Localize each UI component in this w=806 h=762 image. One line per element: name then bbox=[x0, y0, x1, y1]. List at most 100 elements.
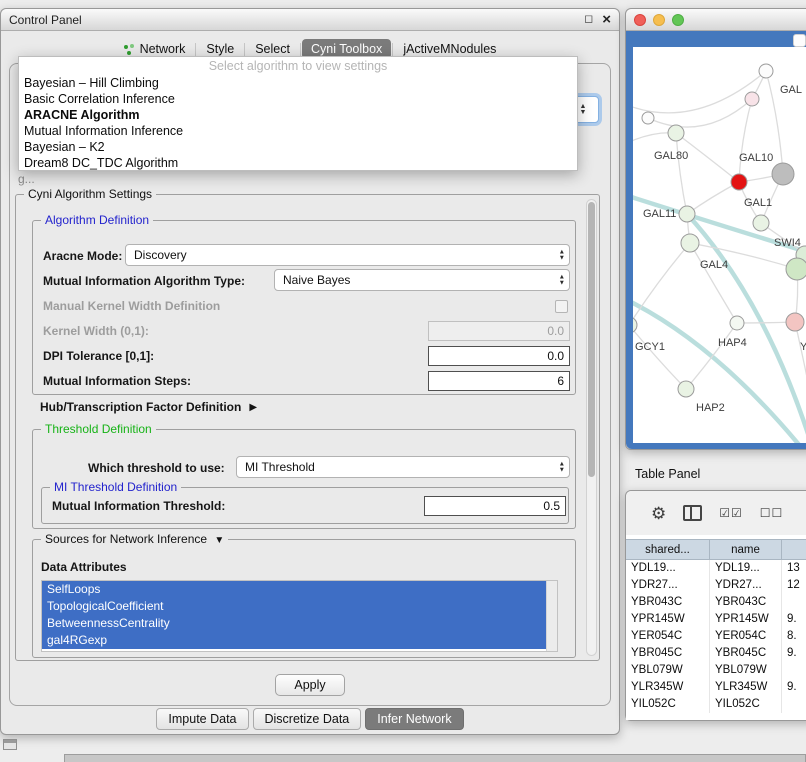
network-node[interactable] bbox=[759, 64, 773, 78]
table-row[interactable]: YER054CYER054C8. bbox=[626, 628, 806, 645]
table-cell[interactable]: 12 bbox=[782, 577, 806, 594]
network-node[interactable] bbox=[772, 163, 794, 185]
table-cell[interactable]: YIL052C bbox=[626, 696, 710, 713]
algorithm-option[interactable]: Basic Correlation Inference bbox=[19, 91, 577, 107]
table-cell[interactable]: YBR045C bbox=[710, 645, 782, 662]
table-cell[interactable] bbox=[782, 696, 806, 713]
table-cell[interactable]: YER054C bbox=[710, 628, 782, 645]
scrollbar-thumb[interactable] bbox=[588, 202, 595, 477]
network-node[interactable] bbox=[679, 206, 695, 222]
table-row[interactable]: YPR145WYPR145W9. bbox=[626, 611, 806, 628]
network-graph[interactable]: GALGAL80GAL10GAL11GAL1SWI4GAL4HAP4GCY1HA… bbox=[633, 47, 806, 443]
select-all-icon[interactable]: ☑☑ bbox=[719, 507, 743, 519]
network-node[interactable] bbox=[668, 125, 684, 141]
table-cell[interactable]: YIL052C bbox=[710, 696, 782, 713]
algorithm-option[interactable]: Mutual Information Inference bbox=[19, 123, 577, 139]
table-cell[interactable]: YBR045C bbox=[626, 645, 710, 662]
table-cell[interactable]: 9. bbox=[782, 679, 806, 696]
table-row[interactable]: YLR345WYLR345W9. bbox=[626, 679, 806, 696]
table-cell[interactable]: 13 bbox=[782, 560, 806, 577]
table-cell[interactable]: YBR043C bbox=[626, 594, 710, 611]
table-row[interactable]: YBR043CYBR043C bbox=[626, 594, 806, 611]
sources-legend[interactable]: Sources for Network Inference ▼ bbox=[41, 532, 228, 546]
algorithm-option[interactable]: ARACNE Algorithm bbox=[19, 107, 577, 123]
bottom-tab-discretize-data[interactable]: Discretize Data bbox=[253, 708, 362, 730]
data-attributes-list[interactable]: SelfLoopsTopologicalCoefficientBetweenne… bbox=[41, 580, 558, 652]
network-node[interactable] bbox=[642, 112, 654, 124]
table-cell[interactable]: 9. bbox=[782, 645, 806, 662]
table-cell[interactable]: YPR145W bbox=[710, 611, 782, 628]
dpi-tolerance-field[interactable]: 0.0 bbox=[428, 346, 570, 366]
mi-threshold-field[interactable]: 0.5 bbox=[424, 496, 566, 516]
table-cell[interactable]: YLR345W bbox=[710, 679, 782, 696]
control-panel-titlebar[interactable]: Control Panel ◻ × bbox=[1, 9, 619, 31]
which-threshold-combobox[interactable]: MI Threshold ▲▼ bbox=[236, 456, 570, 478]
algorithm-option[interactable]: Bayesian – Hill Climbing bbox=[19, 75, 577, 91]
gear-icon[interactable]: ⚙ bbox=[651, 505, 666, 522]
close-icon[interactable]: × bbox=[602, 12, 611, 27]
deselect-all-icon[interactable]: ☐☐ bbox=[760, 507, 784, 519]
table-cell[interactable]: YDR27... bbox=[626, 577, 710, 594]
network-node[interactable] bbox=[753, 215, 769, 231]
network-window-titlebar[interactable] bbox=[626, 9, 806, 31]
bottom-tab-infer-network[interactable]: Infer Network bbox=[365, 708, 463, 730]
mi-type-combobox[interactable]: Naive Bayes ▲▼ bbox=[274, 269, 570, 291]
minimize-traffic-light[interactable] bbox=[653, 14, 665, 26]
birdseye-toggle-button[interactable] bbox=[793, 34, 806, 47]
table-cell[interactable]: YDL19... bbox=[626, 560, 710, 577]
close-traffic-light[interactable] bbox=[634, 14, 646, 26]
network-node[interactable] bbox=[745, 92, 759, 106]
data-attribute-item[interactable]: BetweennessCentrality bbox=[42, 615, 546, 632]
table-row[interactable]: YIL052CYIL052C bbox=[626, 696, 806, 713]
network-edge bbox=[633, 243, 690, 325]
table-cell[interactable]: YBL079W bbox=[626, 662, 710, 679]
network-node[interactable] bbox=[730, 316, 744, 330]
network-node[interactable] bbox=[678, 381, 694, 397]
table-cell[interactable]: YBR043C bbox=[710, 594, 782, 611]
settings-scrollbar[interactable] bbox=[586, 199, 597, 656]
float-window-icon[interactable]: ◻ bbox=[584, 14, 593, 25]
table-cell[interactable]: YLR345W bbox=[626, 679, 710, 696]
collapse-down-icon[interactable]: ▼ bbox=[214, 535, 224, 546]
table-header-cell[interactable]: name bbox=[710, 539, 782, 560]
table-cell[interactable]: 8. bbox=[782, 628, 806, 645]
data-attribute-item[interactable]: SelfLoops bbox=[42, 581, 546, 598]
table-cell[interactable]: YDR27... bbox=[710, 577, 782, 594]
hub-definition-expander[interactable]: Hub/Transcription Factor Definition ▶ bbox=[40, 399, 257, 415]
table-row[interactable]: YDR27...YDR27...12 bbox=[626, 577, 806, 594]
table-cell[interactable]: YBL079W bbox=[710, 662, 782, 679]
table-row[interactable]: YDL19...YDL19...13 bbox=[626, 560, 806, 577]
algorithm-option[interactable]: Bayesian – K2 bbox=[19, 139, 577, 155]
mi-steps-field[interactable]: 6 bbox=[428, 371, 570, 391]
columns-icon[interactable] bbox=[683, 505, 702, 521]
list-scrollbar[interactable] bbox=[546, 581, 557, 651]
table-cell[interactable]: 9. bbox=[782, 611, 806, 628]
table-panel-title: Table Panel bbox=[625, 461, 805, 487]
network-node[interactable] bbox=[786, 313, 804, 331]
table-row[interactable]: YBR045CYBR045C9. bbox=[626, 645, 806, 662]
docked-panel-icon[interactable] bbox=[3, 739, 17, 750]
cyni-algorithm-settings-group: Cyni Algorithm Settings Algorithm Defini… bbox=[15, 194, 600, 661]
network-canvas[interactable]: GALGAL80GAL10GAL11GAL1SWI4GAL4HAP4GCY1HA… bbox=[633, 47, 806, 443]
table-header-cell[interactable] bbox=[782, 539, 806, 560]
expand-right-icon[interactable]: ▶ bbox=[249, 402, 257, 413]
network-node[interactable] bbox=[633, 317, 637, 333]
table-row[interactable]: YBL079WYBL079W bbox=[626, 662, 806, 679]
table-cell[interactable] bbox=[782, 594, 806, 611]
apply-button[interactable]: Apply bbox=[275, 674, 345, 696]
data-attribute-item[interactable]: TopologicalCoefficient bbox=[42, 598, 546, 615]
aracne-mode-combobox[interactable]: Discovery ▲▼ bbox=[125, 244, 570, 266]
network-node[interactable] bbox=[731, 174, 747, 190]
bottom-tab-impute-data[interactable]: Impute Data bbox=[156, 708, 248, 730]
data-attribute-item[interactable]: gal4RGexp bbox=[42, 632, 546, 649]
table-cell[interactable] bbox=[782, 662, 806, 679]
network-node[interactable] bbox=[786, 258, 806, 280]
tab-label: Style bbox=[206, 42, 234, 56]
network-node[interactable] bbox=[681, 234, 699, 252]
table-header-cell[interactable]: shared... bbox=[626, 539, 710, 560]
algorithm-option[interactable]: Dream8 DC_TDC Algorithm bbox=[19, 155, 577, 171]
table-cell[interactable]: YDL19... bbox=[710, 560, 782, 577]
table-cell[interactable]: YER054C bbox=[626, 628, 710, 645]
zoom-traffic-light[interactable] bbox=[672, 14, 684, 26]
table-cell[interactable]: YPR145W bbox=[626, 611, 710, 628]
